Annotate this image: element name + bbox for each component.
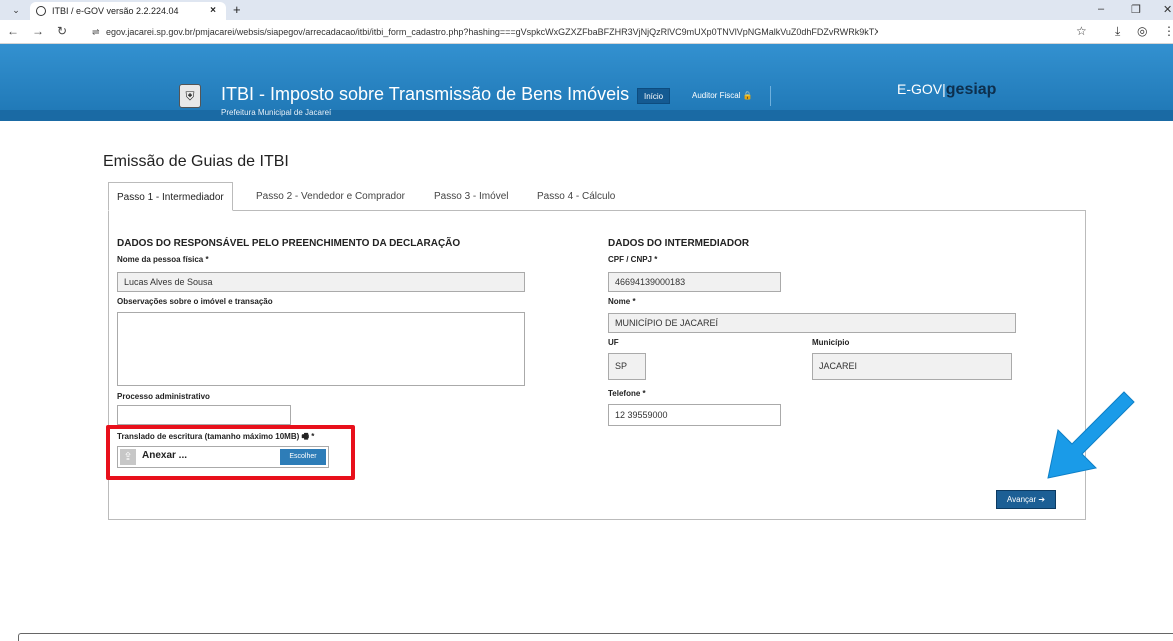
browser-toolbar: ← → ↻ ⇌ egov.jacarei.sp.gov.br/pmjacarei/… xyxy=(0,20,1173,44)
profile-icon[interactable]: ◎ xyxy=(1137,24,1147,38)
telefone-input[interactable]: 12 39559000 xyxy=(608,404,781,426)
nome-pessoa-input[interactable]: Lucas Alves de Sousa xyxy=(117,272,525,292)
reload-icon[interactable]: ↻ xyxy=(57,24,67,38)
tab-passo-1[interactable]: Passo 1 - Intermediador xyxy=(108,182,233,211)
nome-intermediador-input[interactable]: MUNICÍPIO DE JACAREÍ xyxy=(608,313,1016,333)
new-tab-button[interactable]: + xyxy=(233,2,241,18)
highlight-box xyxy=(106,425,355,480)
city-crest-icon: ⛨ xyxy=(179,84,201,108)
observacoes-label: Observações sobre o imóvel e transação xyxy=(117,297,273,306)
minimize-icon[interactable]: – xyxy=(1098,3,1104,15)
tab-passo-2[interactable]: Passo 2 - Vendedor e Comprador xyxy=(248,182,413,211)
address-bar[interactable]: ⇌ egov.jacarei.sp.gov.br/pmjacarei/websis… xyxy=(92,22,878,42)
tab-close-icon[interactable]: × xyxy=(210,2,216,20)
processo-label: Processo administrativo xyxy=(117,392,210,401)
cpf-label: CPF / CNPJ * xyxy=(608,255,658,264)
app-subtitle: Prefeitura Municipal de Jacareí xyxy=(221,108,332,117)
egov-logo-right: gesiap xyxy=(945,81,997,98)
egov-logo: E-GOV|gesiap xyxy=(897,81,997,98)
uf-input[interactable]: SP xyxy=(608,353,646,380)
page-title: Emissão de Guias de ITBI xyxy=(103,153,289,170)
forward-arrow-icon[interactable]: → xyxy=(32,24,44,38)
section-title-responsavel: DADOS DO RESPONSÁVEL PELO PREENCHIMENTO … xyxy=(117,238,461,249)
pointer-arrow-icon xyxy=(1047,391,1135,479)
cpf-input[interactable]: 46694139000183 xyxy=(608,272,781,292)
app-title: ITBI - Imposto sobre Transmissão de Bens… xyxy=(221,84,630,104)
browser-tab-title: ITBI / e-GOV versão 2.2.224.04 xyxy=(52,6,179,16)
telefone-label: Telefone * xyxy=(608,389,646,398)
section-title-intermediador: DADOS DO INTERMEDIADOR xyxy=(608,238,750,249)
url-text: egov.jacarei.sp.gov.br/pmjacarei/websis/… xyxy=(106,27,878,37)
back-arrow-icon[interactable]: ← xyxy=(7,24,19,38)
tab-search-icon[interactable]: ⌄ xyxy=(8,3,24,17)
nav-divider xyxy=(770,86,771,106)
app-header-strip xyxy=(0,110,1173,121)
window-close-icon[interactable]: ✕ xyxy=(1163,3,1172,16)
site-info-icon[interactable]: ⇌ xyxy=(92,22,106,42)
nome-intermediador-label: Nome * xyxy=(608,297,636,306)
tab-passo-4[interactable]: Passo 4 - Cálculo xyxy=(529,182,623,211)
browser-tab[interactable]: ITBI / e-GOV versão 2.2.224.04 × xyxy=(30,2,226,20)
menu-icon[interactable]: ⋮ xyxy=(1163,24,1173,38)
nav-inicio[interactable]: Início xyxy=(637,88,671,104)
restore-icon[interactable]: ❐ xyxy=(1131,3,1141,16)
tab-passo-3[interactable]: Passo 3 - Imóvel xyxy=(426,182,516,211)
site-globe-icon xyxy=(36,6,46,16)
egov-logo-left: E-GOV xyxy=(897,81,943,97)
bookmark-star-icon[interactable]: ☆ xyxy=(1076,24,1087,38)
avancar-button[interactable]: Avançar ➔ xyxy=(996,490,1056,509)
municipio-input[interactable]: JACAREI xyxy=(812,353,1012,380)
observacoes-textarea[interactable] xyxy=(117,312,525,386)
bottom-panel-edge xyxy=(18,633,1173,641)
processo-input[interactable] xyxy=(117,405,291,425)
nome-pessoa-label: Nome da pessoa física * xyxy=(117,255,209,264)
browser-tabstrip: ⌄ ITBI / e-GOV versão 2.2.224.04 × + – ❐… xyxy=(0,0,1173,20)
nav-auditor-fiscal[interactable]: Auditor Fiscal 🔒 xyxy=(686,88,759,104)
municipio-label: Município xyxy=(812,338,850,347)
download-icon[interactable]: ⤓ xyxy=(1115,24,1120,39)
uf-label: UF xyxy=(608,338,619,347)
